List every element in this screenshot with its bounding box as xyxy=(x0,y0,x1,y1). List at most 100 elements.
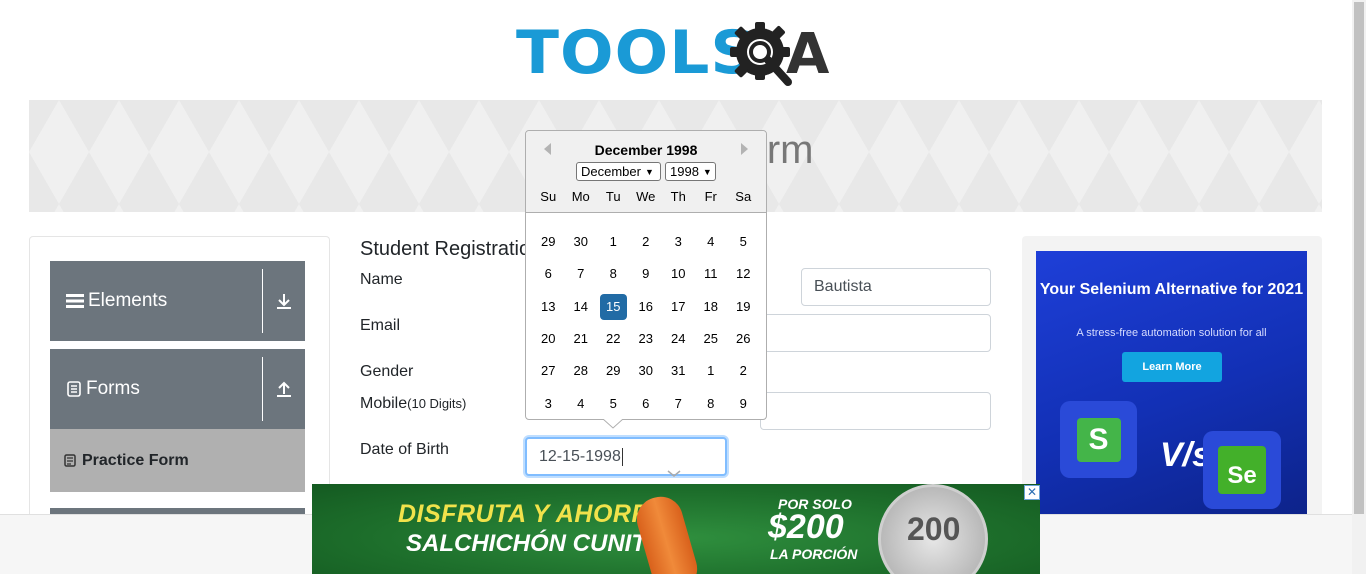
calendar-day[interactable]: 30 xyxy=(630,358,663,384)
calendar-day[interactable]: 13 xyxy=(532,294,565,320)
calendar-day[interactable]: 26 xyxy=(727,326,760,352)
current-month-label: December 1998 xyxy=(594,142,698,158)
bottom-ad-headline: DISFRUTA Y AHORRA xyxy=(398,500,669,528)
calendar-day[interactable]: 16 xyxy=(630,294,663,320)
calendar-day[interactable]: 17 xyxy=(662,294,695,320)
calendar-day[interactable]: 24 xyxy=(662,326,695,352)
testsigma-tile: S xyxy=(1060,401,1137,478)
sidebar-group-label: Forms xyxy=(86,378,140,399)
last-name-value: Bautista xyxy=(814,278,872,295)
calendar-day[interactable]: 21 xyxy=(565,326,598,352)
calendar-week: 13 14 15 16 17 18 19 xyxy=(532,291,760,323)
calendar-day[interactable]: 28 xyxy=(565,358,598,384)
calendar-day[interactable]: 9 xyxy=(727,391,760,417)
bottom-ad-product: SALCHICHÓN CUNIT xyxy=(406,530,646,557)
datepicker-popup: December 1998 December ▼ 1998 ▼ Su Mo Tu We… xyxy=(525,130,767,420)
month-select-value: December xyxy=(581,164,641,179)
chevron-down-icon xyxy=(667,470,681,477)
calendar-day[interactable]: 29 xyxy=(597,358,630,384)
selenium-tile: Se xyxy=(1203,431,1281,509)
calendar-day[interactable]: 12 xyxy=(727,261,760,287)
calendar-day[interactable]: 7 xyxy=(662,391,695,417)
calendar-day[interactable]: 1 xyxy=(695,358,728,384)
chevron-right-icon xyxy=(741,143,748,155)
chevron-down-icon: ▼ xyxy=(644,166,654,177)
calendar-week: 27 28 29 30 31 1 2 xyxy=(532,355,760,387)
calendar-day[interactable]: 18 xyxy=(695,294,728,320)
calendar-day[interactable]: 1 xyxy=(597,229,630,255)
learn-more-button[interactable]: Learn More xyxy=(1122,352,1222,382)
calendar-day[interactable]: 31 xyxy=(662,358,695,384)
calendar-week: 6 7 8 9 10 11 12 xyxy=(532,258,760,290)
day-name: Fr xyxy=(704,189,717,204)
bottom-advertisement[interactable]: DISFRUTA Y AHORRA SALCHICHÓN CUNIT POR S… xyxy=(312,484,1040,574)
calendar-day[interactable]: 2 xyxy=(727,358,760,384)
price-suffix: LA PORCIÓN xyxy=(770,546,858,562)
last-name-input[interactable]: Bautista xyxy=(801,268,991,306)
hamburger-icon xyxy=(66,293,84,309)
calendar-day[interactable]: 3 xyxy=(532,391,565,417)
day-name: Tu xyxy=(605,189,621,204)
upload-arrow-icon[interactable] xyxy=(263,380,305,398)
sidebar-group-forms[interactable]: Forms xyxy=(50,349,305,429)
month-select[interactable]: December ▼ xyxy=(576,162,661,181)
scrollbar-thumb[interactable] xyxy=(1354,2,1364,514)
calendar-day[interactable]: 8 xyxy=(695,391,728,417)
mobile-input[interactable] xyxy=(760,392,991,430)
calendar-day[interactable]: 5 xyxy=(597,391,630,417)
sidebar-item-practice-form[interactable]: Practice Form xyxy=(50,429,305,492)
calendar-day[interactable]: 9 xyxy=(630,261,663,287)
document-icon xyxy=(66,381,82,397)
email-label: Email xyxy=(360,317,401,334)
calendar-day[interactable]: 4 xyxy=(695,229,728,255)
side-ad-title: Your Selenium Alternative for 2021 xyxy=(1039,281,1304,298)
calendar-day[interactable]: 14 xyxy=(565,294,598,320)
calendar-day[interactable]: 8 xyxy=(597,261,630,287)
date-of-birth-input[interactable]: 12-15-1998 xyxy=(525,437,727,476)
calendar-week: 20 21 22 23 24 25 26 xyxy=(532,323,760,355)
toolsqa-logo[interactable]: TOOLS A xyxy=(516,16,840,90)
day-names-row: Su Mo Tu We Th Fr Sa xyxy=(532,189,760,204)
calendar-day[interactable]: 23 xyxy=(630,326,663,352)
calendar-day[interactable]: 25 xyxy=(695,326,728,352)
calendar-day[interactable]: 6 xyxy=(630,391,663,417)
calendar-day[interactable]: 4 xyxy=(565,391,598,417)
logo-a-letter: A xyxy=(786,22,830,87)
price-value: $200 xyxy=(768,508,844,546)
calendar-day[interactable]: 22 xyxy=(597,326,630,352)
ad-close-button[interactable]: ✕ xyxy=(1024,485,1040,500)
calendar-day[interactable]: 27 xyxy=(532,358,565,384)
download-arrow-icon[interactable] xyxy=(263,292,305,310)
calendar-day[interactable]: 30 xyxy=(565,229,598,255)
year-select[interactable]: 1998 ▼ xyxy=(665,162,716,181)
sidebar-group-elements[interactable]: Elements xyxy=(50,261,305,341)
coin-value: 200 xyxy=(907,511,961,547)
side-advertisement[interactable]: Your Selenium Alternative for 2021 A str… xyxy=(1036,251,1307,514)
email-input[interactable] xyxy=(760,314,991,352)
calendar-day[interactable]: 7 xyxy=(565,261,598,287)
dob-label: Date of Birth xyxy=(360,441,449,458)
calendar-day[interactable]: 3 xyxy=(662,229,695,255)
calendar-day[interactable]: 19 xyxy=(727,294,760,320)
datepicker-header: December 1998 December ▼ 1998 ▼ Su Mo Tu We… xyxy=(526,131,766,213)
calendar-day[interactable]: 6 xyxy=(532,261,565,287)
calendar-day[interactable]: 10 xyxy=(662,261,695,287)
day-name: Su xyxy=(540,189,557,204)
calendar-day[interactable]: 5 xyxy=(727,229,760,255)
sidebar-group-label: Elements xyxy=(88,290,168,311)
day-name: Th xyxy=(670,189,686,204)
page: TOOLS A Practice Form E xyxy=(0,0,1366,574)
datepicker-pointer xyxy=(603,419,623,429)
calendar-day[interactable]: 11 xyxy=(695,261,728,287)
calendar-day[interactable]: 29 xyxy=(532,229,565,255)
calendar-week: 3456789 xyxy=(532,387,760,419)
day-name: Mo xyxy=(571,189,590,204)
next-month-button[interactable] xyxy=(736,141,752,157)
calendar-day[interactable]: 2 xyxy=(630,229,663,255)
calendar-day[interactable]: 20 xyxy=(532,326,565,352)
sidebar-item-label: Practice Form xyxy=(82,451,189,469)
calendar-day-selected[interactable]: 15 xyxy=(599,293,627,320)
selenium-logo: Se xyxy=(1218,446,1266,494)
day-name: We xyxy=(636,189,656,204)
text-caret xyxy=(621,447,623,466)
